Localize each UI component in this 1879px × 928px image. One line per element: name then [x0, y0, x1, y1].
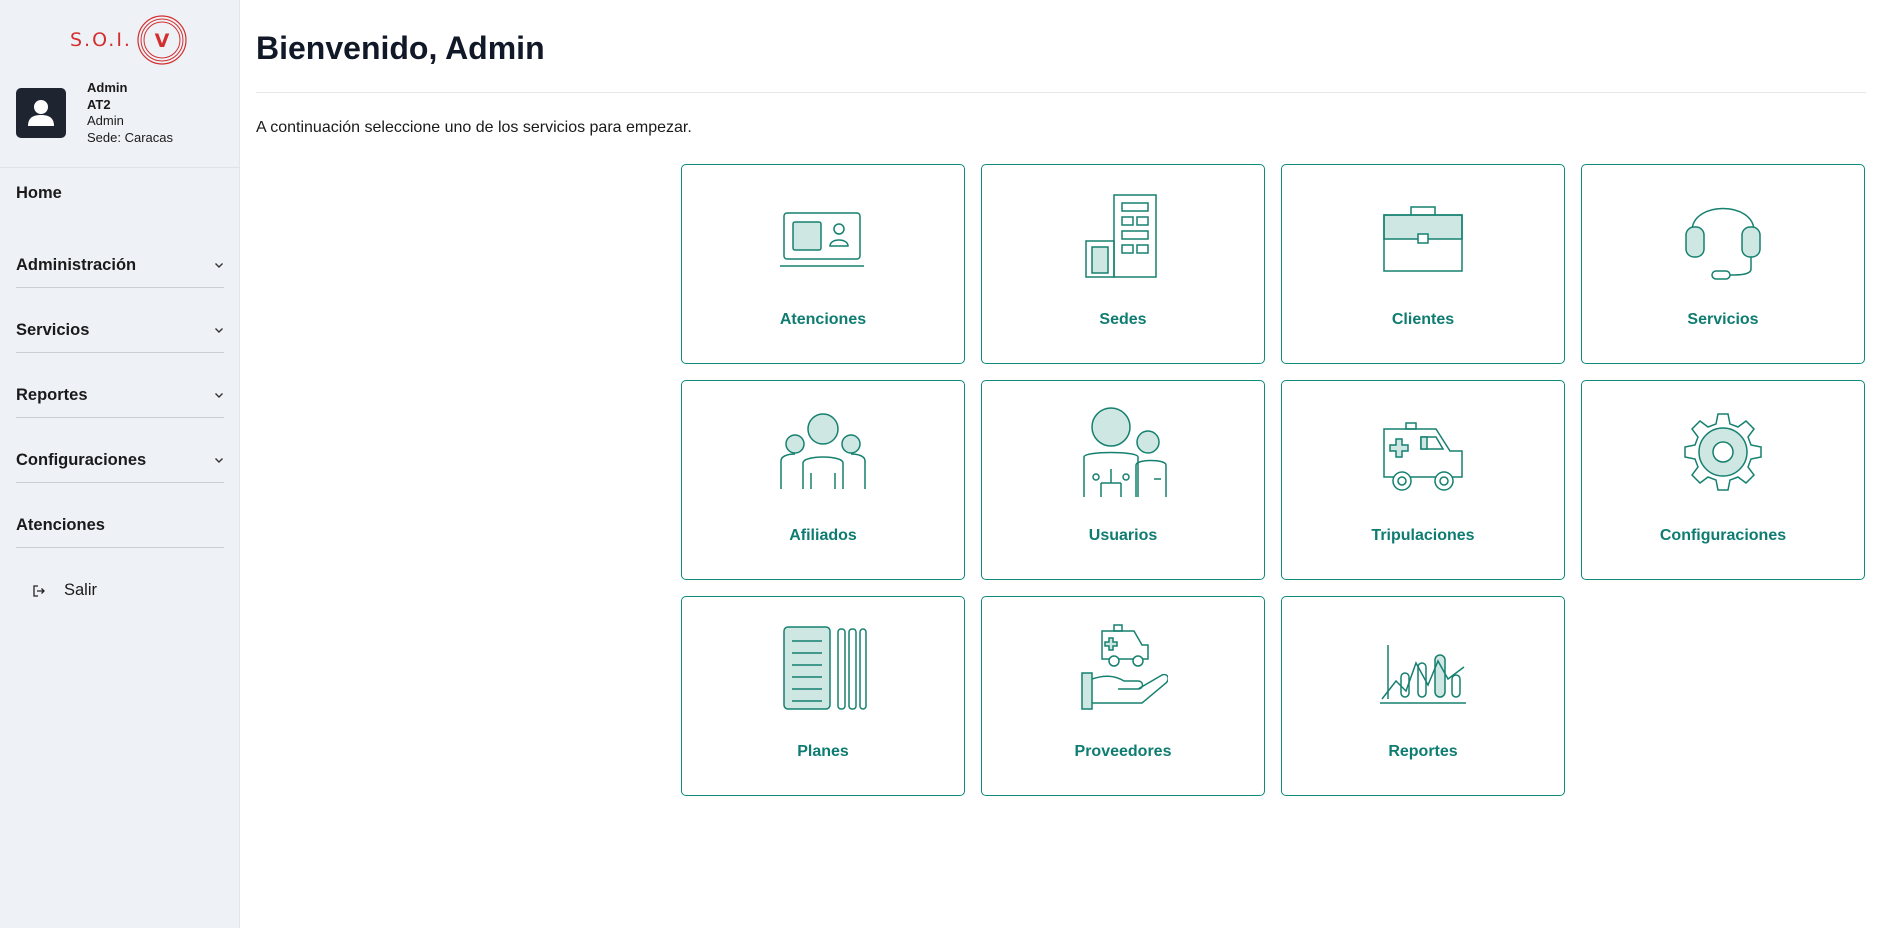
logo[interactable]: S.O.I. V [70, 14, 188, 66]
sidebar-item-administracion[interactable]: Administración [16, 256, 224, 275]
user-panel: Admin AT2 Admin Sede: Caracas [16, 80, 173, 146]
card-clientes[interactable]: Clientes [1281, 164, 1565, 364]
card-label: Configuraciones [1659, 527, 1787, 544]
sidebar-divider [16, 482, 224, 483]
card-planes[interactable]: Planes [681, 596, 965, 796]
briefcase-icon [1383, 206, 1463, 272]
gear-icon [1684, 413, 1762, 491]
sidebar-item-label: Servicios [16, 321, 90, 339]
sidebar-item-label: Atenciones [16, 516, 105, 534]
avatar [16, 88, 66, 138]
card-reportes[interactable]: Reportes [1281, 596, 1565, 796]
group-icon [780, 413, 866, 489]
users-network-icon [1083, 407, 1167, 497]
documents-icon [783, 626, 867, 710]
id-card-icon [780, 212, 864, 267]
user-icon [28, 100, 54, 126]
chart-icon [1380, 645, 1466, 704]
services-grid: Atenciones Sedes Clientes Servicios Afil… [681, 164, 1865, 796]
sidebar-item-label: Reportes [16, 386, 88, 404]
card-atenciones[interactable]: Atenciones [681, 164, 965, 364]
building-icon [1085, 194, 1157, 278]
sidebar-divider [16, 417, 224, 418]
card-usuarios[interactable]: Usuarios [981, 380, 1265, 580]
headset-icon [1685, 207, 1761, 280]
user-role: Admin [87, 113, 124, 128]
card-label: Atenciones [779, 311, 867, 328]
logout-button[interactable]: Salir [32, 581, 97, 600]
title-divider [256, 92, 1866, 93]
card-sedes[interactable]: Sedes [981, 164, 1265, 364]
logout-label: Salir [64, 581, 98, 599]
card-label: Tripulaciones [1371, 527, 1475, 544]
sidebar-item-label: Home [16, 184, 62, 202]
card-label: Proveedores [1074, 743, 1172, 760]
logo-emblem-icon: V [137, 15, 187, 65]
sidebar-item-configuraciones[interactable]: Configuraciones [16, 451, 224, 470]
chevron-down-icon [214, 455, 224, 467]
sidebar-divider [0, 167, 240, 168]
user-sede: Sede: Caracas [87, 129, 173, 145]
card-label: Usuarios [1088, 527, 1158, 544]
card-label: Planes [797, 743, 849, 760]
sidebar-item-label: Administración [16, 256, 137, 274]
card-configuraciones[interactable]: Configuraciones [1581, 380, 1865, 580]
sidebar-item-label: Configuraciones [16, 451, 147, 469]
logout-icon [33, 584, 45, 597]
sidebar-divider [16, 352, 224, 353]
card-afiliados[interactable]: Afiliados [681, 380, 965, 580]
card-label: Reportes [1388, 743, 1458, 760]
card-servicios[interactable]: Servicios [1581, 164, 1865, 364]
sidebar-item-servicios[interactable]: Servicios [16, 321, 224, 340]
user-code: AT2 [87, 96, 111, 112]
card-label: Servicios [1687, 311, 1759, 328]
card-label: Clientes [1391, 311, 1455, 328]
sidebar: S.O.I. V Admin AT2 Admin Sede: Caracas H… [0, 0, 240, 928]
card-label: Afiliados [789, 527, 857, 544]
chevron-down-icon [214, 325, 224, 337]
sidebar-item-reportes[interactable]: Reportes [16, 386, 224, 405]
sidebar-divider [16, 287, 224, 288]
hand-ambulance-icon [1081, 624, 1168, 710]
page-title: Bienvenido, Admin [256, 30, 545, 66]
sidebar-item-home[interactable]: Home [16, 184, 224, 203]
logo-text: S.O.I. [70, 29, 132, 51]
sidebar-item-atenciones[interactable]: Atenciones [16, 516, 224, 535]
logo-mark: V [155, 30, 170, 52]
card-tripulaciones[interactable]: Tripulaciones [1281, 380, 1565, 580]
ambulance-icon [1383, 422, 1463, 491]
page-subtitle: A continuación seleccione uno de los ser… [256, 119, 692, 136]
card-proveedores[interactable]: Proveedores [981, 596, 1265, 796]
sidebar-divider [16, 547, 224, 548]
card-label: Sedes [1099, 311, 1147, 328]
user-name: Admin [87, 80, 128, 95]
chevron-down-icon [214, 260, 224, 272]
chevron-down-icon [214, 390, 224, 402]
